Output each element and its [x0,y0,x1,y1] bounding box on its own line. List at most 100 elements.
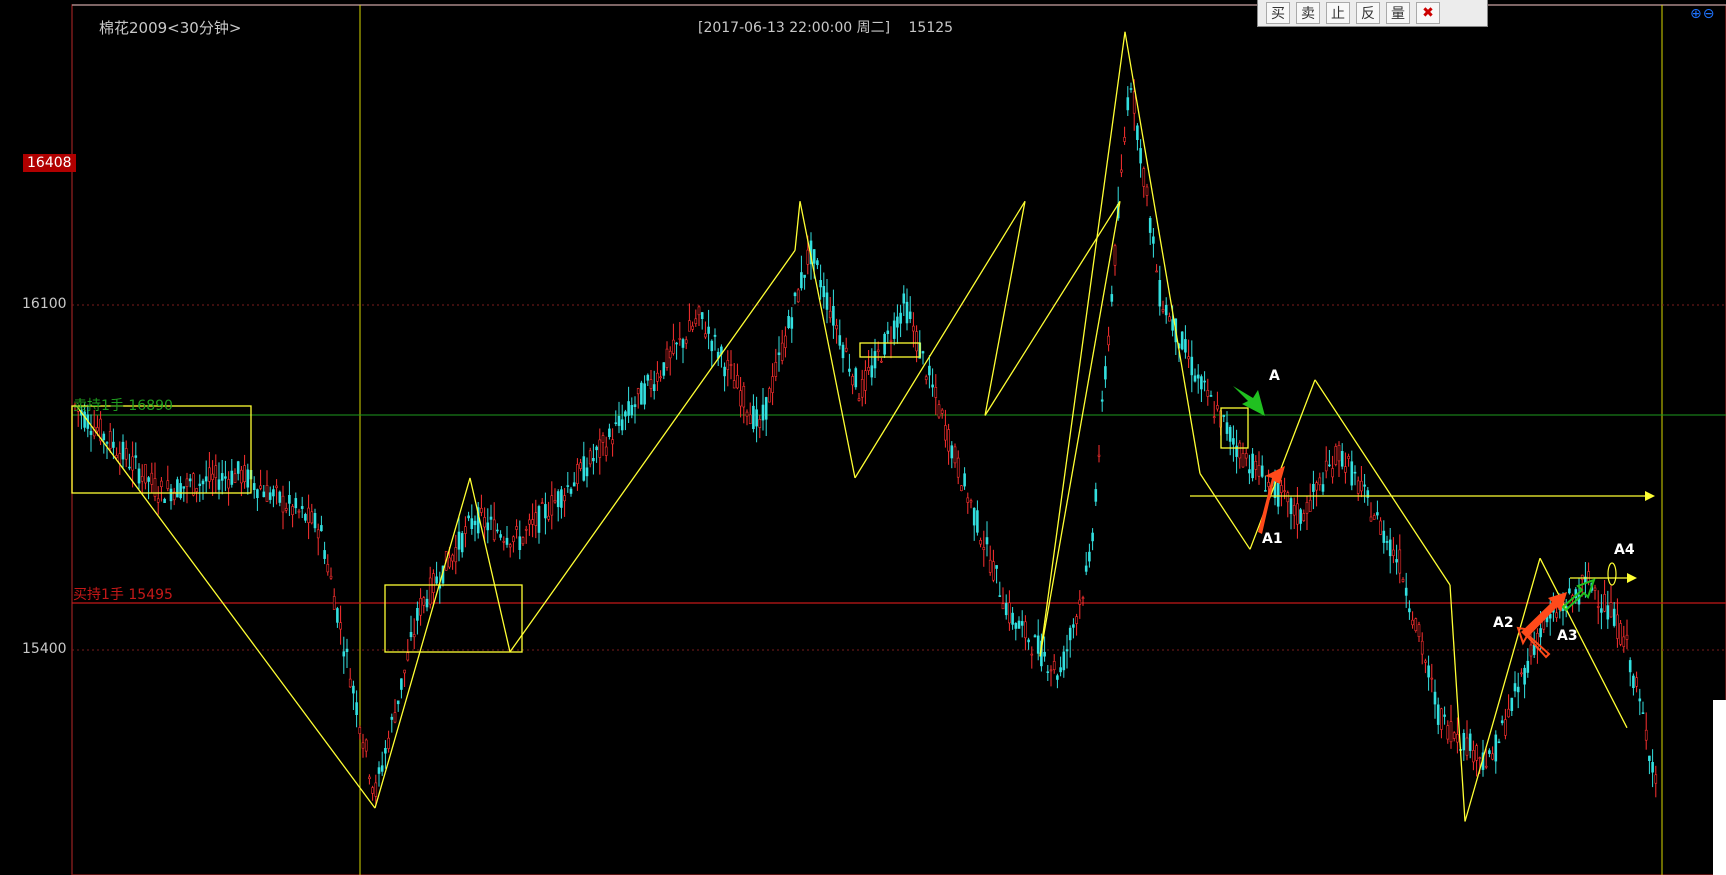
candle-body [748,414,752,424]
candle-body [566,485,570,487]
target-arrow-2 [1627,573,1637,583]
candle-body [624,411,627,417]
volume-button[interactable]: 量 [1386,2,1410,24]
candle-body [659,376,662,379]
candle-body [1196,374,1200,379]
candle-body [1123,137,1126,142]
candle-body [832,305,835,326]
candle-body [505,537,509,545]
candle-body [1292,505,1296,516]
candle-body [1475,745,1478,761]
buy-hold-price: 15495 [128,587,173,603]
candle-body [1376,512,1379,516]
candle-body [905,301,909,324]
reverse-button[interactable]: 反 [1356,2,1380,24]
candle-body [188,478,192,482]
zoom-out-icon[interactable]: ⊖ [1703,6,1716,22]
candle-body [1321,484,1325,492]
candle-body [601,435,605,443]
candle-body [320,525,323,532]
candle-body [678,338,682,340]
zoom-in-icon[interactable]: ⊕ [1690,6,1703,22]
candle-body [208,467,211,482]
candle-body [966,497,970,503]
candle-body [694,318,698,324]
annotation-a1: A1 [1262,531,1283,547]
candle-body [1334,446,1338,465]
candle-body [1344,466,1347,473]
candle-body [1132,91,1136,114]
candle-body [464,526,467,534]
candle-body [1513,683,1517,692]
sell-button[interactable]: 卖 [1296,2,1320,24]
candle-body [1619,623,1622,645]
candle-body [156,498,160,503]
candle-body [1027,639,1030,643]
candle-body [713,334,717,337]
candle-body [1468,733,1472,751]
candle-body [598,439,602,458]
candle-body [963,473,966,487]
candle-body [880,360,883,363]
candle-body [262,491,266,498]
stop-button[interactable]: 止 [1326,2,1350,24]
candle-body [1254,460,1258,470]
candle-body [777,352,781,355]
candle-body [1164,304,1168,316]
candle-body [796,289,800,303]
candle-body [428,577,432,605]
candle-body [1238,442,1242,459]
candle-body [1414,618,1418,632]
candle-body [473,520,477,526]
candle-body [227,479,230,489]
candle-body [627,401,630,416]
zigzag-segment [1464,558,1541,822]
candle-body [1443,714,1446,717]
candle-body [1363,484,1366,487]
zigzag-segment [1449,584,1466,822]
candle-body [969,500,973,503]
candle-body [572,482,576,487]
candle-body [985,537,989,545]
candle-body [1142,168,1146,187]
candle-body [784,335,787,348]
candle-body [1500,720,1504,724]
candle-body [755,409,758,427]
candle-body [1625,634,1629,640]
candle-body [326,564,330,573]
candle-body [457,531,461,550]
close-icon[interactable]: ✖ [1416,2,1440,24]
chart-root[interactable]: 棉花2009<30分钟> [2017-06-13 22:00:00 周二] 15… [0,0,1726,875]
candle-body [1427,665,1430,678]
candle-body [313,512,317,529]
candle-body [374,782,378,797]
candle-body [534,512,538,526]
candle-body [1020,621,1024,626]
candle-body [1593,587,1597,591]
candle-body [636,388,640,395]
candle-body [1107,335,1110,346]
candle-body [540,502,544,505]
candle-body [1308,499,1312,512]
candlestick-chart[interactable] [0,0,1726,875]
candle-body [1228,426,1232,442]
candle-body [118,453,122,464]
candle-body [377,767,381,774]
candle-body [1641,712,1645,715]
candle-body [1184,339,1187,353]
candle-body [1024,621,1027,639]
candle-body [556,491,560,508]
candle-body [480,507,483,513]
candle-body [1200,376,1203,390]
candle-body [272,489,275,497]
candle-body [1491,753,1494,760]
candle-body [608,428,611,437]
candle-body [588,450,592,465]
candle-body [419,598,422,616]
candle-body [1510,697,1514,711]
candle-body [828,310,832,319]
buy-button[interactable]: 买 [1266,2,1290,24]
candle-body [268,492,272,500]
candle-body [1462,732,1466,751]
candle-body [1465,737,1469,756]
